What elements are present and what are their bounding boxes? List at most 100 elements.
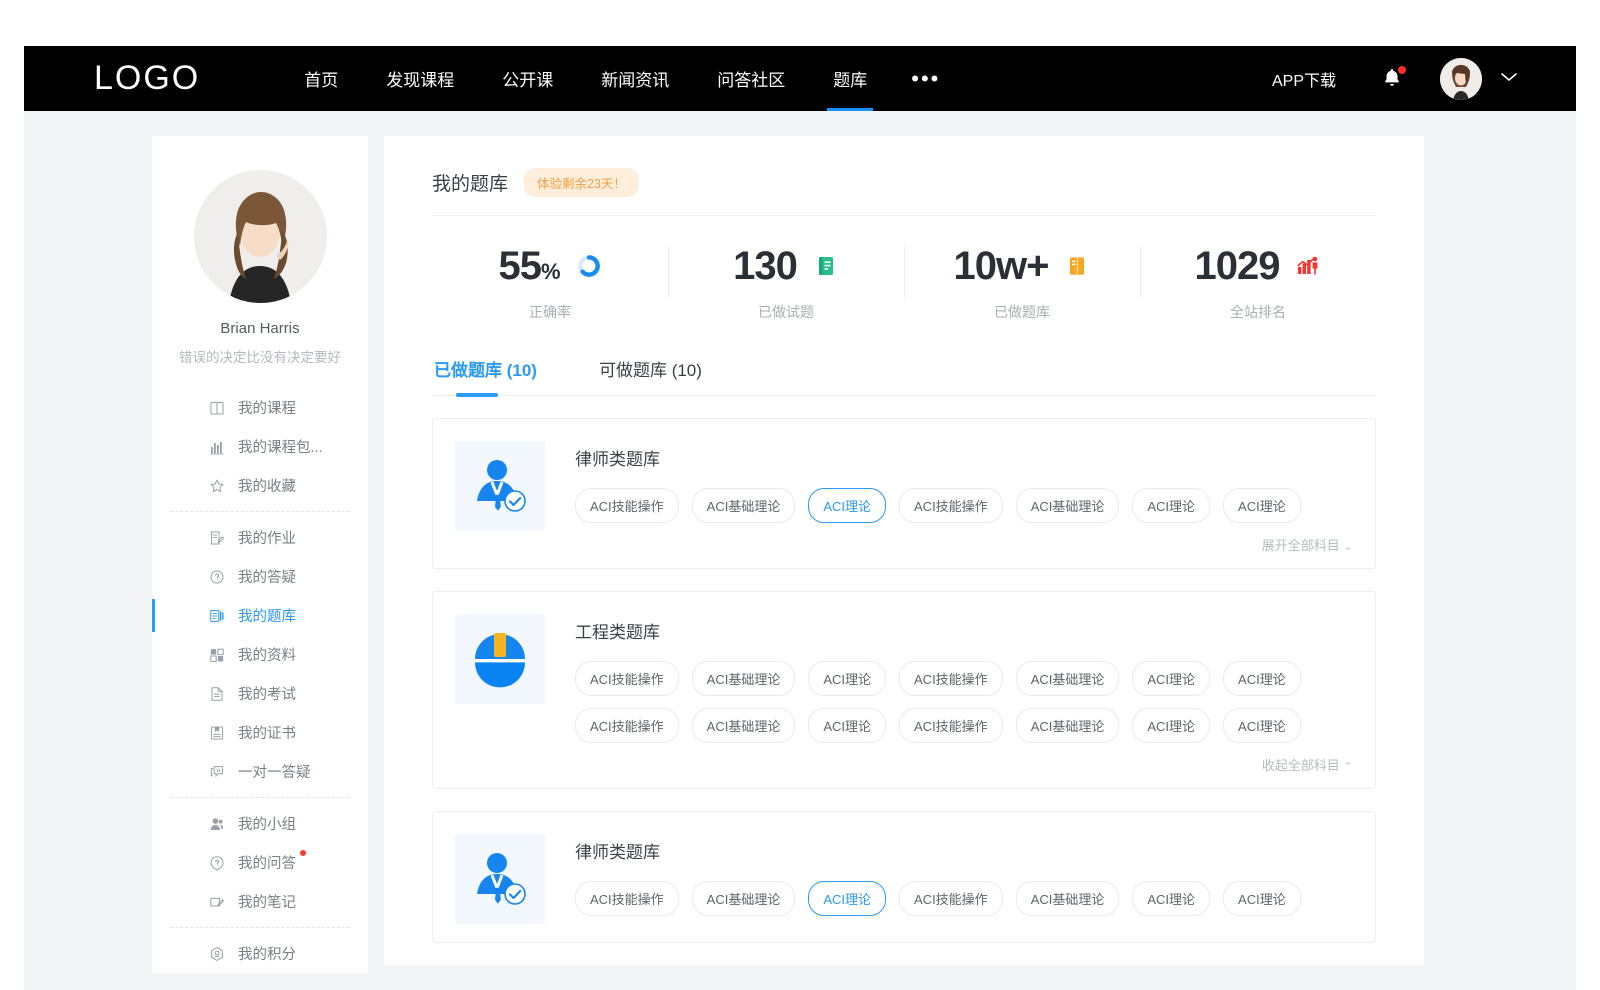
- subject-tag[interactable]: ACI技能操作: [575, 661, 679, 696]
- subject-tag[interactable]: ACI技能操作: [575, 881, 679, 916]
- subject-tag[interactable]: ACI基础理论: [692, 881, 796, 916]
- site-logo[interactable]: LOGO: [94, 59, 200, 98]
- sidebar-item-9[interactable]: 我的证书: [152, 713, 368, 752]
- subject-tag[interactable]: ACI理论: [808, 488, 886, 523]
- subject-tag[interactable]: ACI理论: [1223, 661, 1301, 696]
- subject-tag[interactable]: ACI技能操作: [899, 488, 1003, 523]
- expand-subjects-link[interactable]: 展开全部科目⌄: [575, 535, 1353, 554]
- notification-bell-button[interactable]: [1380, 66, 1404, 92]
- nav-item-3[interactable]: 新闻资讯: [577, 46, 693, 111]
- subject-tag[interactable]: ACI理论: [808, 881, 886, 916]
- card-body: 律师类题库ACI技能操作ACI基础理论ACI理论ACI技能操作ACI基础理论AC…: [575, 441, 1353, 554]
- subject-tag[interactable]: ACI理论: [1132, 881, 1210, 916]
- nav-item-0[interactable]: 首页: [280, 46, 362, 111]
- user-avatar[interactable]: [1440, 58, 1482, 100]
- tab-1[interactable]: 可做题库 (10): [597, 356, 704, 395]
- stat-value-row: 55%: [432, 246, 668, 286]
- question-bank-icon: [208, 607, 225, 624]
- profile-motto: 错误的决定比没有决定要好: [152, 346, 368, 366]
- stat-card-2: 10w+已做题库: [904, 238, 1140, 322]
- certificate-icon: [208, 724, 225, 741]
- sidebar-item-label: 我的积分: [238, 943, 296, 964]
- profile-avatar[interactable]: [194, 170, 327, 303]
- subject-tag[interactable]: ACI基础理论: [692, 661, 796, 696]
- profile-name: Brian Harris: [152, 320, 368, 337]
- stat-value: 55%: [498, 246, 559, 286]
- subject-tag[interactable]: ACI技能操作: [899, 661, 1003, 696]
- tag-row: ACI技能操作 ACI基础理论 ACI理论 ACI技能操作 ACI基础理论 ACI理论 AC…: [575, 488, 1353, 523]
- subject-tag[interactable]: ACI理论: [1223, 708, 1301, 743]
- nav-item-label: 首页: [304, 66, 338, 91]
- subject-tag[interactable]: ACI理论: [1223, 881, 1301, 916]
- nav-more-button[interactable]: •••: [891, 72, 960, 85]
- book-icon: [208, 399, 225, 416]
- nav-item-label: 新闻资讯: [601, 66, 669, 91]
- nav-item-label: 题库: [833, 66, 867, 91]
- subject-tag[interactable]: ACI基础理论: [1016, 881, 1120, 916]
- nav-item-4[interactable]: 问答社区: [693, 46, 809, 111]
- subject-tag[interactable]: ACI技能操作: [575, 488, 679, 523]
- chevron-down-icon: ⌄: [1344, 541, 1353, 553]
- question-bank-card[interactable]: 工程类题库ACI技能操作ACI基础理论ACI理论ACI技能操作ACI基础理论AC…: [432, 591, 1376, 789]
- stat-card-0: 55% 正确率: [432, 238, 668, 322]
- stat-value: 1029: [1195, 246, 1280, 286]
- sidebar-item-8[interactable]: 我的考试: [152, 674, 368, 713]
- sidebar-item-label: 我的证书: [238, 722, 296, 743]
- stat-card-1: 130已做试题: [668, 238, 904, 322]
- stat-number: 55: [498, 244, 541, 288]
- sidebar-item-label: 我的题库: [238, 605, 296, 626]
- tag-row: ACI技能操作 ACI基础理论 ACI理论 ACI技能操作 ACI基础理论 ACI理论 AC…: [575, 661, 1353, 696]
- tab-0[interactable]: 已做题库 (10): [432, 356, 539, 395]
- subject-tag[interactable]: ACI理论: [1223, 488, 1301, 523]
- subject-tag[interactable]: ACI技能操作: [899, 708, 1003, 743]
- main-nav: 首页发现课程公开课新闻资讯问答社区题库: [280, 46, 891, 111]
- subject-tag[interactable]: ACI基础理论: [692, 708, 796, 743]
- stat-label: 正确率: [432, 302, 668, 322]
- sidebar-item-1[interactable]: 我的课程包...: [152, 427, 368, 466]
- subject-tag[interactable]: ACI理论: [808, 708, 886, 743]
- sidebar-item-label: 我的收藏: [238, 475, 296, 496]
- helmet-icon: [455, 614, 545, 704]
- sidebar-item-12[interactable]: 我的小组: [152, 804, 368, 843]
- green-book-icon: [813, 253, 839, 279]
- subject-tag[interactable]: ACI理论: [1132, 708, 1210, 743]
- subject-tag[interactable]: ACI理论: [808, 661, 886, 696]
- stat-value-row: 1029: [1140, 246, 1376, 286]
- ranking-icon: [1295, 253, 1321, 279]
- user-menu-chevron[interactable]: [1500, 70, 1518, 88]
- page-title-row: 我的题库 体验剩余23天！: [432, 168, 1376, 216]
- nav-item-5[interactable]: 题库: [809, 46, 891, 111]
- card-title: 律师类题库: [575, 838, 1353, 863]
- sidebar-item-13[interactable]: 我的问答: [152, 843, 368, 882]
- sidebar-item-0[interactable]: 我的课程: [152, 388, 368, 427]
- donut-chart-icon: [576, 253, 602, 279]
- subject-tag[interactable]: ACI理论: [1132, 661, 1210, 696]
- sidebar-item-7[interactable]: 我的资料: [152, 635, 368, 674]
- nav-item-2[interactable]: 公开课: [478, 46, 577, 111]
- question-bank-card[interactable]: 律师类题库 ACI技能操作 ACI基础理论 ACI理论 ACI技能操作 ACI基础理论 AC…: [432, 811, 1376, 943]
- subject-tag[interactable]: ACI基础理论: [1016, 661, 1120, 696]
- sidebar-item-10[interactable]: 一对一答疑: [152, 752, 368, 791]
- question-bank-card[interactable]: 律师类题库ACI技能操作ACI基础理论ACI理论ACI技能操作ACI基础理论AC…: [432, 418, 1376, 569]
- sidebar-item-14[interactable]: 我的笔记: [152, 882, 368, 921]
- chat-icon: [208, 763, 225, 780]
- subject-tag[interactable]: ACI技能操作: [899, 881, 1003, 916]
- sidebar-item-2[interactable]: 我的收藏: [152, 466, 368, 505]
- stat-label: 已做题库: [904, 302, 1140, 322]
- subject-tag[interactable]: ACI技能操作: [575, 708, 679, 743]
- expand-subjects-link[interactable]: 收起全部科目⌃: [575, 755, 1353, 774]
- subject-tag[interactable]: ACI基础理论: [1016, 488, 1120, 523]
- sidebar-item-6[interactable]: 我的题库: [152, 596, 368, 635]
- subject-tag[interactable]: ACI基础理论: [1016, 708, 1120, 743]
- subject-tag[interactable]: ACI理论: [1132, 488, 1210, 523]
- profile-block: Brian Harris 错误的决定比没有决定要好: [152, 170, 368, 366]
- nav-item-1[interactable]: 发现课程: [362, 46, 478, 111]
- stat-label: 已做试题: [668, 302, 904, 322]
- sidebar-item-16[interactable]: 我的积分: [152, 934, 368, 973]
- header-right: APP下载: [1272, 58, 1518, 100]
- sidebar-item-5[interactable]: 我的答疑: [152, 557, 368, 596]
- subject-tag[interactable]: ACI基础理论: [692, 488, 796, 523]
- sidebar-item-4[interactable]: 我的作业: [152, 518, 368, 557]
- sidebar-item-label: 我的资料: [238, 644, 296, 665]
- app-download-link[interactable]: APP下载: [1272, 67, 1336, 91]
